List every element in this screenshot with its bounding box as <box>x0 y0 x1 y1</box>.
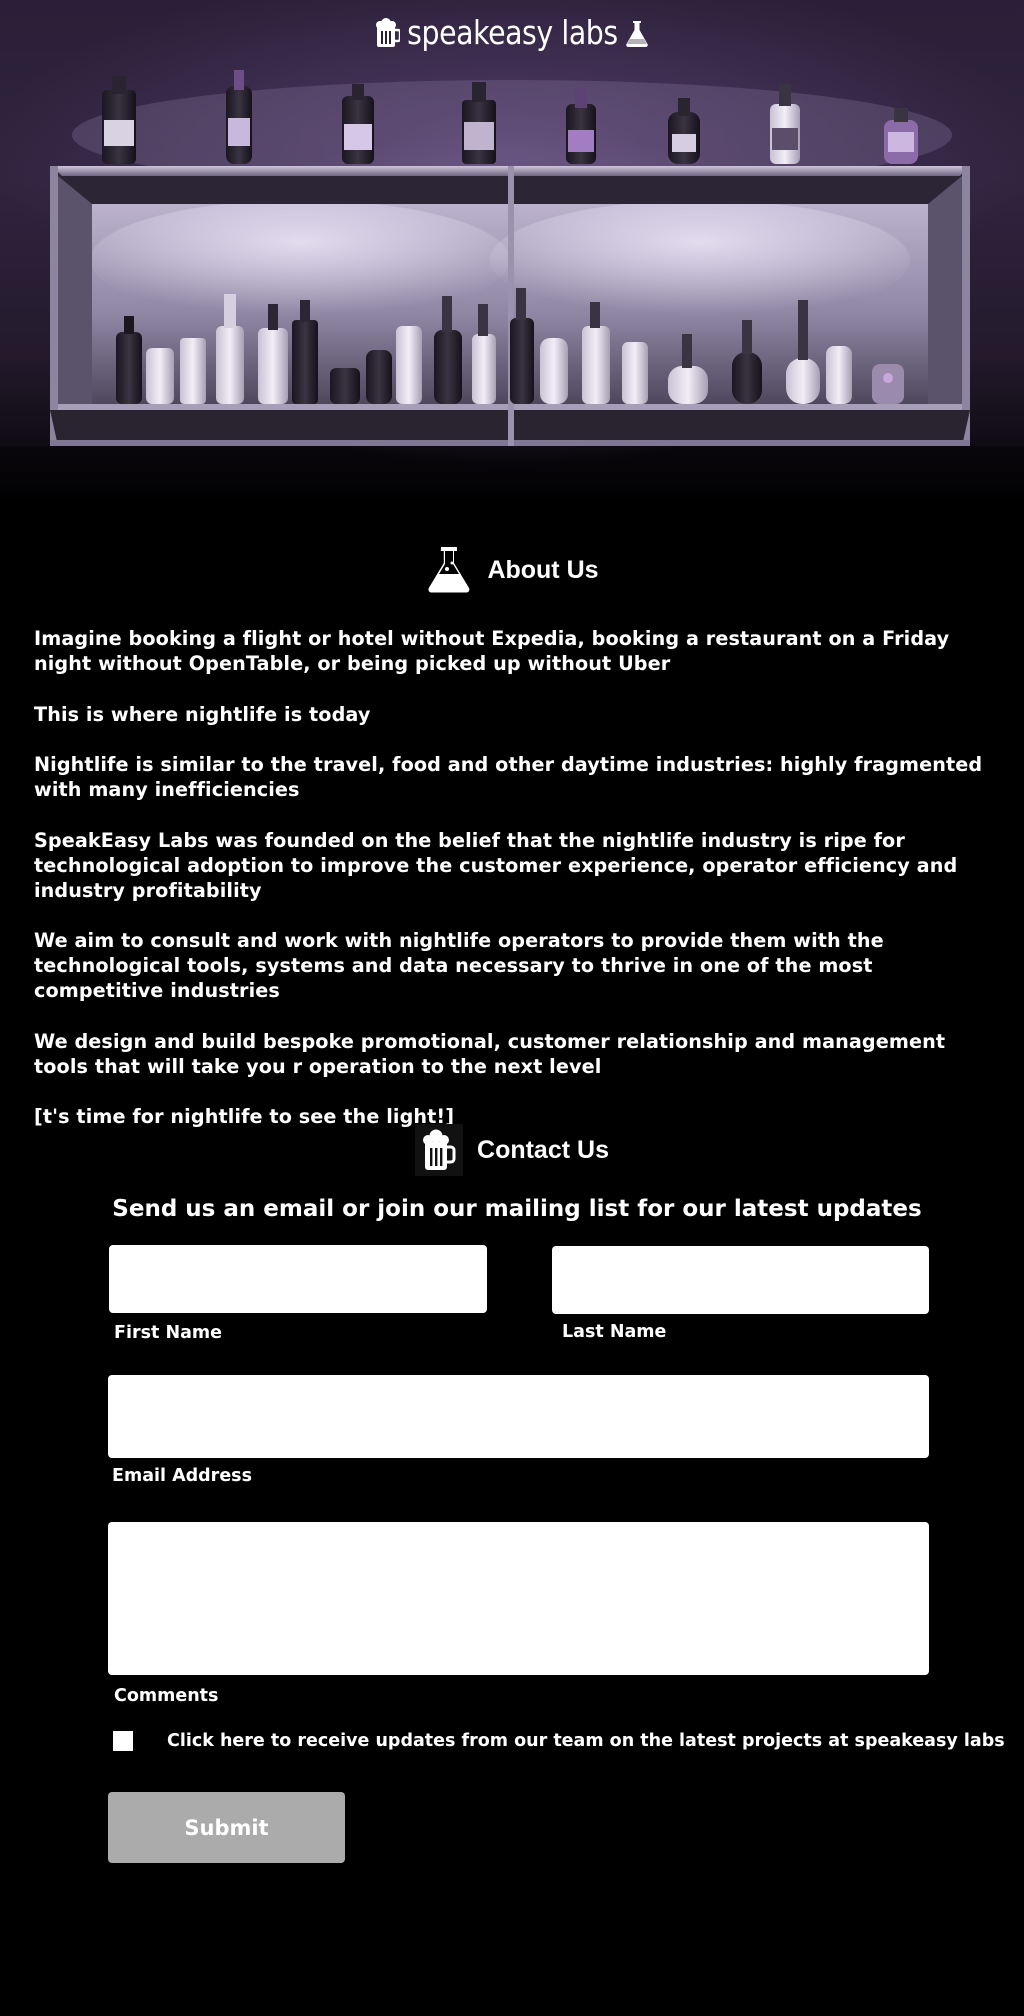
flask-icon <box>428 547 470 593</box>
about-paragraph: This is where nightlife is today <box>34 702 371 726</box>
about-paragraph: We design and build bespoke promotional,… <box>34 1029 946 1078</box>
about-paragraph: Nightlife is similar to the travel, food… <box>34 753 983 801</box>
beer-mug-icon <box>375 18 400 47</box>
email-label: Email Address <box>112 1466 253 1486</box>
updates-checkbox[interactable] <box>113 1731 133 1751</box>
about-paragraph: SpeakEasy Labs was founded on the belief… <box>34 828 958 902</box>
beer-mug-icon <box>415 1124 464 1176</box>
first-name-input[interactable] <box>109 1245 487 1313</box>
about-paragraph: Imagine booking a flight or hotel withou… <box>34 627 950 675</box>
logo-text: speakeasy labs <box>406 13 618 52</box>
about-heading: About Us <box>0 544 1024 596</box>
last-name-label: Last Name <box>562 1322 667 1342</box>
about-title: About Us <box>487 555 599 584</box>
comments-label: Comments <box>114 1686 219 1706</box>
submit-button[interactable]: Submit <box>108 1792 345 1863</box>
updates-checkbox-label[interactable]: Click here to receive updates from our t… <box>167 1731 1005 1751</box>
about-text: Imagine booking a flight or hotel withou… <box>34 626 994 1155</box>
comments-textarea[interactable] <box>108 1522 929 1675</box>
site-logo[interactable]: speakeasy labs <box>0 14 1024 52</box>
contact-title: Contact Us <box>477 1135 609 1164</box>
hero-banner: speakeasy labs <box>0 0 1024 510</box>
bar-shelf-image <box>0 70 1024 510</box>
about-paragraph: We aim to consult and work with nightlif… <box>34 929 884 1002</box>
first-name-label: First Name <box>114 1323 223 1343</box>
last-name-input[interactable] <box>552 1246 929 1314</box>
contact-heading: Contact Us <box>0 1124 1024 1176</box>
email-input[interactable] <box>108 1375 929 1458</box>
flask-icon <box>626 21 649 48</box>
contact-subheading: Send us an email or join our mailing lis… <box>112 1196 922 1222</box>
